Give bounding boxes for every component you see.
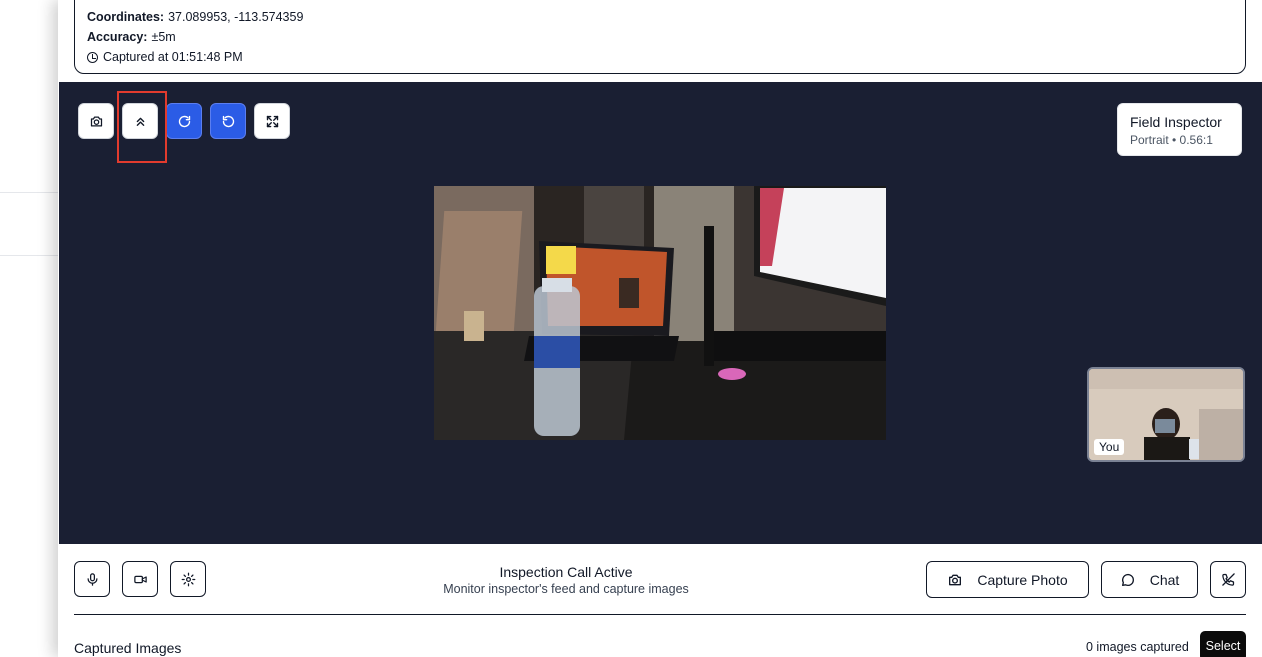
inspection-panel: Coordinates: 37.089953, -113.574359 Accu… bbox=[58, 0, 1262, 657]
chat-button[interactable]: Chat bbox=[1101, 561, 1198, 598]
video-camera-icon bbox=[133, 575, 147, 583]
captured-images-count: 0 images captured bbox=[1086, 640, 1189, 654]
gear-icon bbox=[181, 572, 195, 586]
microphone-button[interactable] bbox=[74, 561, 110, 597]
video-toggle-button[interactable] bbox=[122, 561, 158, 597]
coordinates-row: Coordinates: 37.089953, -113.574359 bbox=[87, 7, 1245, 27]
captured-at-row: Captured at 01:51:48 PM bbox=[87, 47, 1245, 67]
collapse-button[interactable] bbox=[122, 103, 158, 139]
coordinates-value: 37.089953, -113.574359 bbox=[168, 10, 304, 24]
fullscreen-button[interactable] bbox=[254, 103, 290, 139]
chat-label: Chat bbox=[1149, 571, 1180, 588]
divider bbox=[74, 614, 1246, 615]
divider bbox=[0, 255, 58, 256]
accuracy-row: Accuracy: ±5m bbox=[87, 27, 1245, 47]
chat-bubble-icon bbox=[1121, 573, 1134, 586]
camera-button[interactable] bbox=[78, 103, 114, 139]
call-status: Inspection Call Active Monitor inspector… bbox=[428, 563, 704, 597]
end-call-button[interactable] bbox=[1210, 561, 1246, 598]
rotate-clockwise-button[interactable] bbox=[166, 103, 202, 139]
divider bbox=[0, 192, 58, 193]
rotate-ccw-icon bbox=[222, 115, 234, 127]
inspector-name: Field Inspector bbox=[1130, 114, 1222, 130]
video-area: Field Inspector Portrait • 0.56:1 You bbox=[59, 82, 1262, 544]
background-page bbox=[0, 0, 58, 657]
rotate-counterclockwise-button[interactable] bbox=[210, 103, 246, 139]
inspector-video-feed bbox=[434, 186, 886, 440]
captured-images-title: Captured Images bbox=[74, 640, 182, 656]
chevrons-up-icon bbox=[136, 117, 144, 126]
camera-icon bbox=[949, 574, 962, 585]
feed-image bbox=[434, 186, 886, 440]
coordinates-label: Coordinates: bbox=[87, 10, 165, 24]
camera-icon bbox=[90, 116, 102, 126]
capture-photo-button[interactable]: Capture Photo bbox=[926, 561, 1089, 598]
phone-off-icon bbox=[1221, 573, 1235, 586]
you-label: You bbox=[1094, 439, 1125, 455]
clock-icon bbox=[87, 51, 98, 63]
call-controls: Inspection Call Active Monitor inspector… bbox=[58, 544, 1262, 657]
settings-button[interactable] bbox=[170, 561, 206, 597]
select-button[interactable]: Select bbox=[1200, 631, 1246, 657]
accuracy-label: Accuracy: bbox=[87, 30, 148, 44]
self-video-preview: You bbox=[1087, 367, 1245, 462]
inspector-label: Field Inspector Portrait • 0.56:1 bbox=[1117, 103, 1242, 156]
location-card: Coordinates: 37.089953, -113.574359 Accu… bbox=[74, 0, 1246, 74]
fullscreen-icon bbox=[266, 115, 278, 127]
rotate-cw-icon bbox=[178, 115, 190, 127]
captured-at-text: Captured at 01:51:48 PM bbox=[103, 50, 243, 64]
inspector-orientation: Portrait • 0.56:1 bbox=[1130, 133, 1213, 147]
capture-photo-label: Capture Photo bbox=[977, 571, 1068, 588]
call-status-title: Inspection Call Active bbox=[499, 564, 633, 580]
accuracy-value: ±5m bbox=[151, 30, 176, 44]
call-status-subtitle: Monitor inspector's feed and capture ima… bbox=[443, 582, 689, 596]
microphone-icon bbox=[87, 572, 97, 586]
